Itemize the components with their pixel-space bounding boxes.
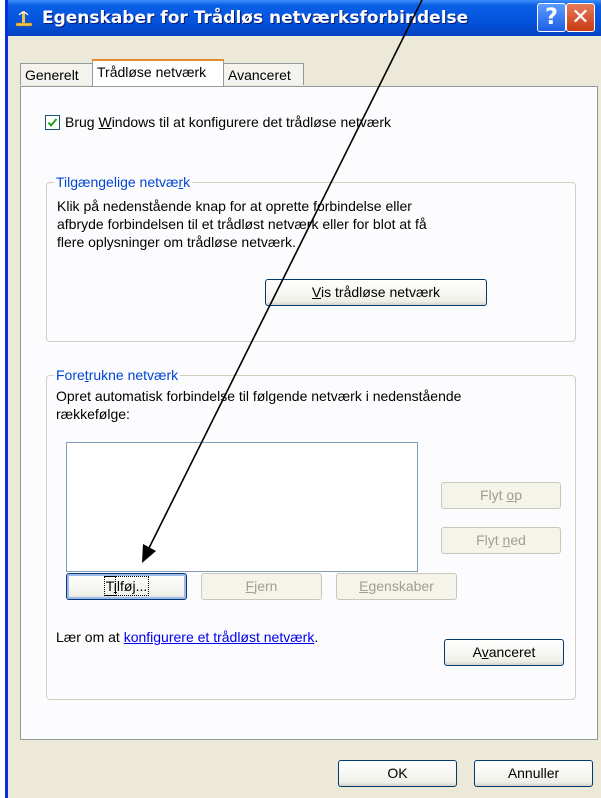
cancel-button[interactable]: Annuller xyxy=(474,760,593,787)
add-button-label: Tilføj... xyxy=(103,576,150,596)
close-button[interactable]: ✕ xyxy=(566,3,595,32)
move-up-button[interactable]: Flyt op xyxy=(441,482,561,509)
ok-button[interactable]: OK xyxy=(338,760,457,787)
advanced-button[interactable]: Avanceret xyxy=(444,639,564,666)
use-windows-checkbox[interactable] xyxy=(45,114,60,130)
tab-panel: Brug Windows til at konfigurere det tråd… xyxy=(20,86,598,740)
window-title: Egenskaber for Trådløs netværksforbindel… xyxy=(42,8,469,28)
configure-wireless-link[interactable]: konfigurere et trådløst netværk xyxy=(124,629,315,645)
available-networks-title: Tilgængelige netværk xyxy=(54,174,193,190)
move-down-button[interactable]: Flyt ned xyxy=(441,527,561,554)
close-icon: ✕ xyxy=(571,5,590,30)
use-windows-checkbox-row[interactable]: Brug Windows til at konfigurere det tråd… xyxy=(45,114,391,130)
learn-more-text: Lær om at konfigurere et trådløst netvær… xyxy=(56,629,319,645)
preferred-networks-title: Foretrukne netværk xyxy=(54,367,181,383)
preferred-description: Opret automatisk forbindelse til følgend… xyxy=(56,388,462,422)
view-wireless-networks-button[interactable]: Vis trådløse netværk xyxy=(265,279,487,306)
remove-button[interactable]: Fjern xyxy=(201,573,322,600)
help-button[interactable]: ? xyxy=(537,3,566,32)
dialog-window: Egenskaber for Trådløs netværksforbindel… xyxy=(5,0,601,798)
preferred-networks-list[interactable] xyxy=(66,442,418,572)
tab-advanced[interactable]: Avanceret xyxy=(223,63,304,85)
title-bar[interactable]: Egenskaber for Trådløs netværksforbindel… xyxy=(8,0,601,36)
add-button[interactable]: Tilføj... xyxy=(66,573,187,600)
checkmark-icon xyxy=(47,117,58,127)
tab-wireless-networks[interactable]: Trådløse netværk xyxy=(92,59,224,86)
properties-button[interactable]: Egenskaber xyxy=(336,573,457,600)
tab-general[interactable]: Generelt xyxy=(20,63,93,85)
help-icon: ? xyxy=(545,5,558,30)
available-description: Klik på nedenstående knap for at oprette… xyxy=(57,198,427,250)
use-windows-label: Brug Windows til at konfigurere det tråd… xyxy=(65,114,392,130)
available-networks-group: Tilgængelige netværk Klik på nedenståend… xyxy=(46,174,576,342)
network-icon xyxy=(14,9,34,29)
